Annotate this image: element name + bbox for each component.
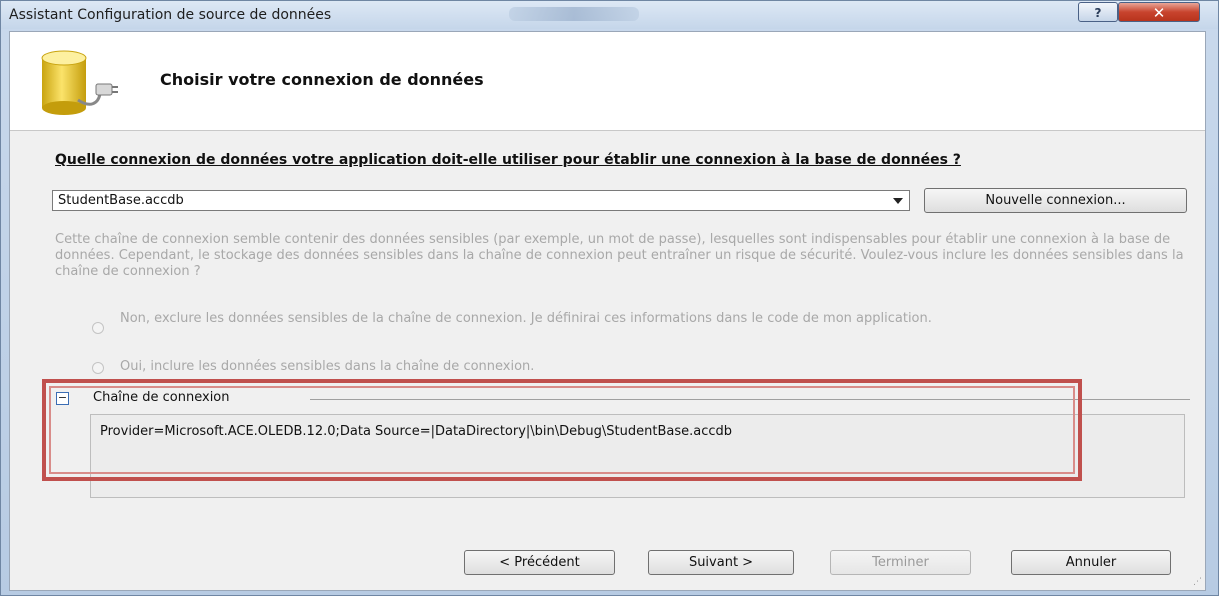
exclude-sensitive-label: Non, exclure les données sensibles de la… [120, 311, 932, 326]
chevron-down-icon[interactable] [893, 198, 903, 204]
database-plug-icon [41, 50, 118, 115]
cancel-button[interactable]: Annuler [1011, 550, 1171, 575]
wizard-header: Choisir votre connexion de données [10, 32, 1205, 131]
include-sensitive-radio[interactable] [92, 362, 104, 374]
annotation-highlight-box [42, 379, 1082, 481]
next-button[interactable]: Suivant > [648, 550, 794, 575]
blurred-title-fragment [509, 7, 639, 21]
page-title: Choisir votre connexion de données [160, 70, 484, 89]
previous-button[interactable]: < Précédent [464, 550, 615, 575]
connection-question: Quelle connexion de données votre applic… [55, 152, 961, 168]
close-button[interactable]: ✕ [1118, 2, 1200, 22]
connection-select[interactable]: StudentBase.accdb [52, 190, 910, 211]
resize-grip-icon[interactable]: ⋰ [1193, 577, 1202, 587]
wizard-client-area: Choisir votre connexion de données Quell… [9, 31, 1206, 591]
new-connection-button[interactable]: Nouvelle connexion... [924, 188, 1187, 213]
help-button[interactable]: ? [1078, 2, 1118, 22]
sensitive-data-notice: Cette chaîne de connexion semble conteni… [55, 232, 1184, 279]
connection-select-value: StudentBase.accdb [58, 193, 184, 208]
window-title: Assistant Configuration de source de don… [9, 7, 332, 23]
wizard-window: Assistant Configuration de source de don… [0, 0, 1219, 596]
title-bar[interactable]: Assistant Configuration de source de don… [1, 1, 1218, 29]
exclude-sensitive-radio[interactable] [92, 322, 104, 334]
include-sensitive-label: Oui, inclure les données sensibles dans … [120, 359, 535, 374]
finish-button: Terminer [830, 550, 971, 575]
